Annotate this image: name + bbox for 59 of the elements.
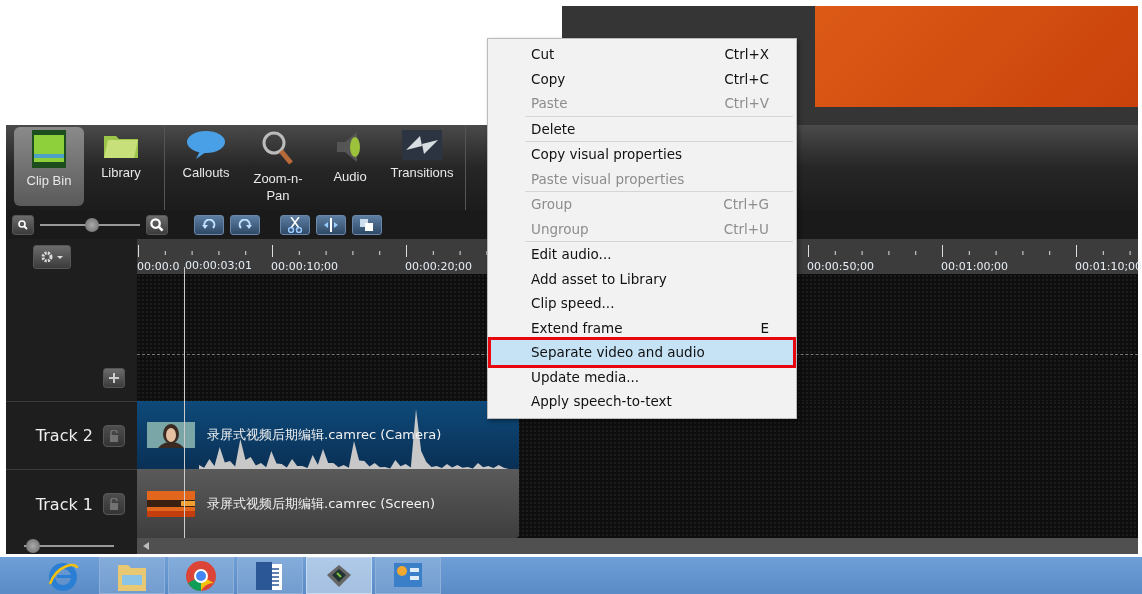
menu-item[interactable]: Edit audio...: [491, 242, 793, 267]
time-label: 00:01:00;00: [941, 260, 1009, 274]
time-label: 00:00:0: [137, 260, 180, 274]
taskbar-button[interactable]: [237, 557, 303, 594]
clip-title: 录屏式视频后期编辑.camrec (Screen): [207, 494, 436, 513]
scissors-icon: [288, 216, 302, 233]
menu-item[interactable]: Copy Ctrl+C: [491, 66, 793, 91]
redo-icon: [238, 218, 252, 231]
plus-icon: [109, 372, 119, 383]
zoom-out-button[interactable]: [12, 214, 34, 235]
track-name: Track 1: [35, 494, 93, 514]
redo-button[interactable]: [230, 214, 260, 235]
slider-thumb[interactable]: [26, 539, 40, 554]
lock-button[interactable]: [103, 493, 125, 516]
settings-button[interactable]: [32, 244, 71, 269]
time-label: 00:00:20;00: [405, 260, 473, 274]
gear-icon: [39, 250, 64, 263]
screen-clip[interactable]: 录屏式视频后期编辑.camrec (Screen): [137, 469, 519, 539]
zoom-icon: [18, 219, 28, 230]
time-label: 00:00:10;00: [271, 260, 339, 274]
lock-icon: [109, 429, 119, 442]
lock-button[interactable]: [103, 424, 125, 447]
menu-item[interactable]: Update media...: [491, 364, 793, 389]
add-track-button[interactable]: [103, 367, 125, 388]
zoom-in-button[interactable]: [146, 214, 168, 235]
slider-thumb[interactable]: [85, 217, 99, 232]
menu-item[interactable]: Extend frame E: [491, 315, 793, 340]
menu-item[interactable]: Copy visual properties: [491, 142, 793, 167]
transition-icon: [402, 129, 442, 160]
toolbar-tab[interactable]: Zoom-n-Pan: [243, 126, 313, 207]
toolbar-tab[interactable]: Clip Bin: [14, 126, 84, 207]
menu-item[interactable]: Cut Ctrl+X: [491, 42, 793, 67]
menu-item[interactable]: Add asset to Library: [491, 266, 793, 291]
toolbar-tab[interactable]: Transitions: [387, 126, 457, 207]
toolbar-tab[interactable]: Audio: [315, 126, 385, 207]
toolbar-tab[interactable]: Callouts: [171, 126, 241, 207]
toolbar-tab[interactable]: Library: [86, 126, 156, 207]
taskbar-button[interactable]: [306, 557, 372, 594]
zoom-icon: [150, 217, 164, 232]
split-button[interactable]: [316, 214, 346, 235]
copy-button[interactable]: [352, 214, 382, 235]
undo-button[interactable]: [194, 214, 224, 235]
chrome-icon: [185, 559, 217, 592]
undo-icon: [202, 218, 216, 231]
copy-icon: [360, 218, 374, 231]
magnifier-icon: [261, 129, 295, 166]
film-strip-icon: [32, 129, 66, 168]
split-icon: [324, 217, 338, 232]
menu-item[interactable]: Clip speed...: [491, 291, 793, 316]
menu-item[interactable]: Apply speech-to-text: [491, 389, 793, 414]
lock-icon: [109, 498, 119, 511]
menu-item[interactable]: Delete: [491, 116, 793, 141]
track-name: Track 2: [35, 426, 93, 446]
scroll-left-icon: [143, 542, 149, 551]
speech-bubble-icon: [186, 129, 226, 160]
cut-button[interactable]: [280, 214, 310, 235]
time-label: 00:00:50;00: [807, 260, 875, 274]
menu-item[interactable]: Separate video and audio: [491, 340, 793, 365]
scroll-bar[interactable]: [137, 538, 1138, 555]
